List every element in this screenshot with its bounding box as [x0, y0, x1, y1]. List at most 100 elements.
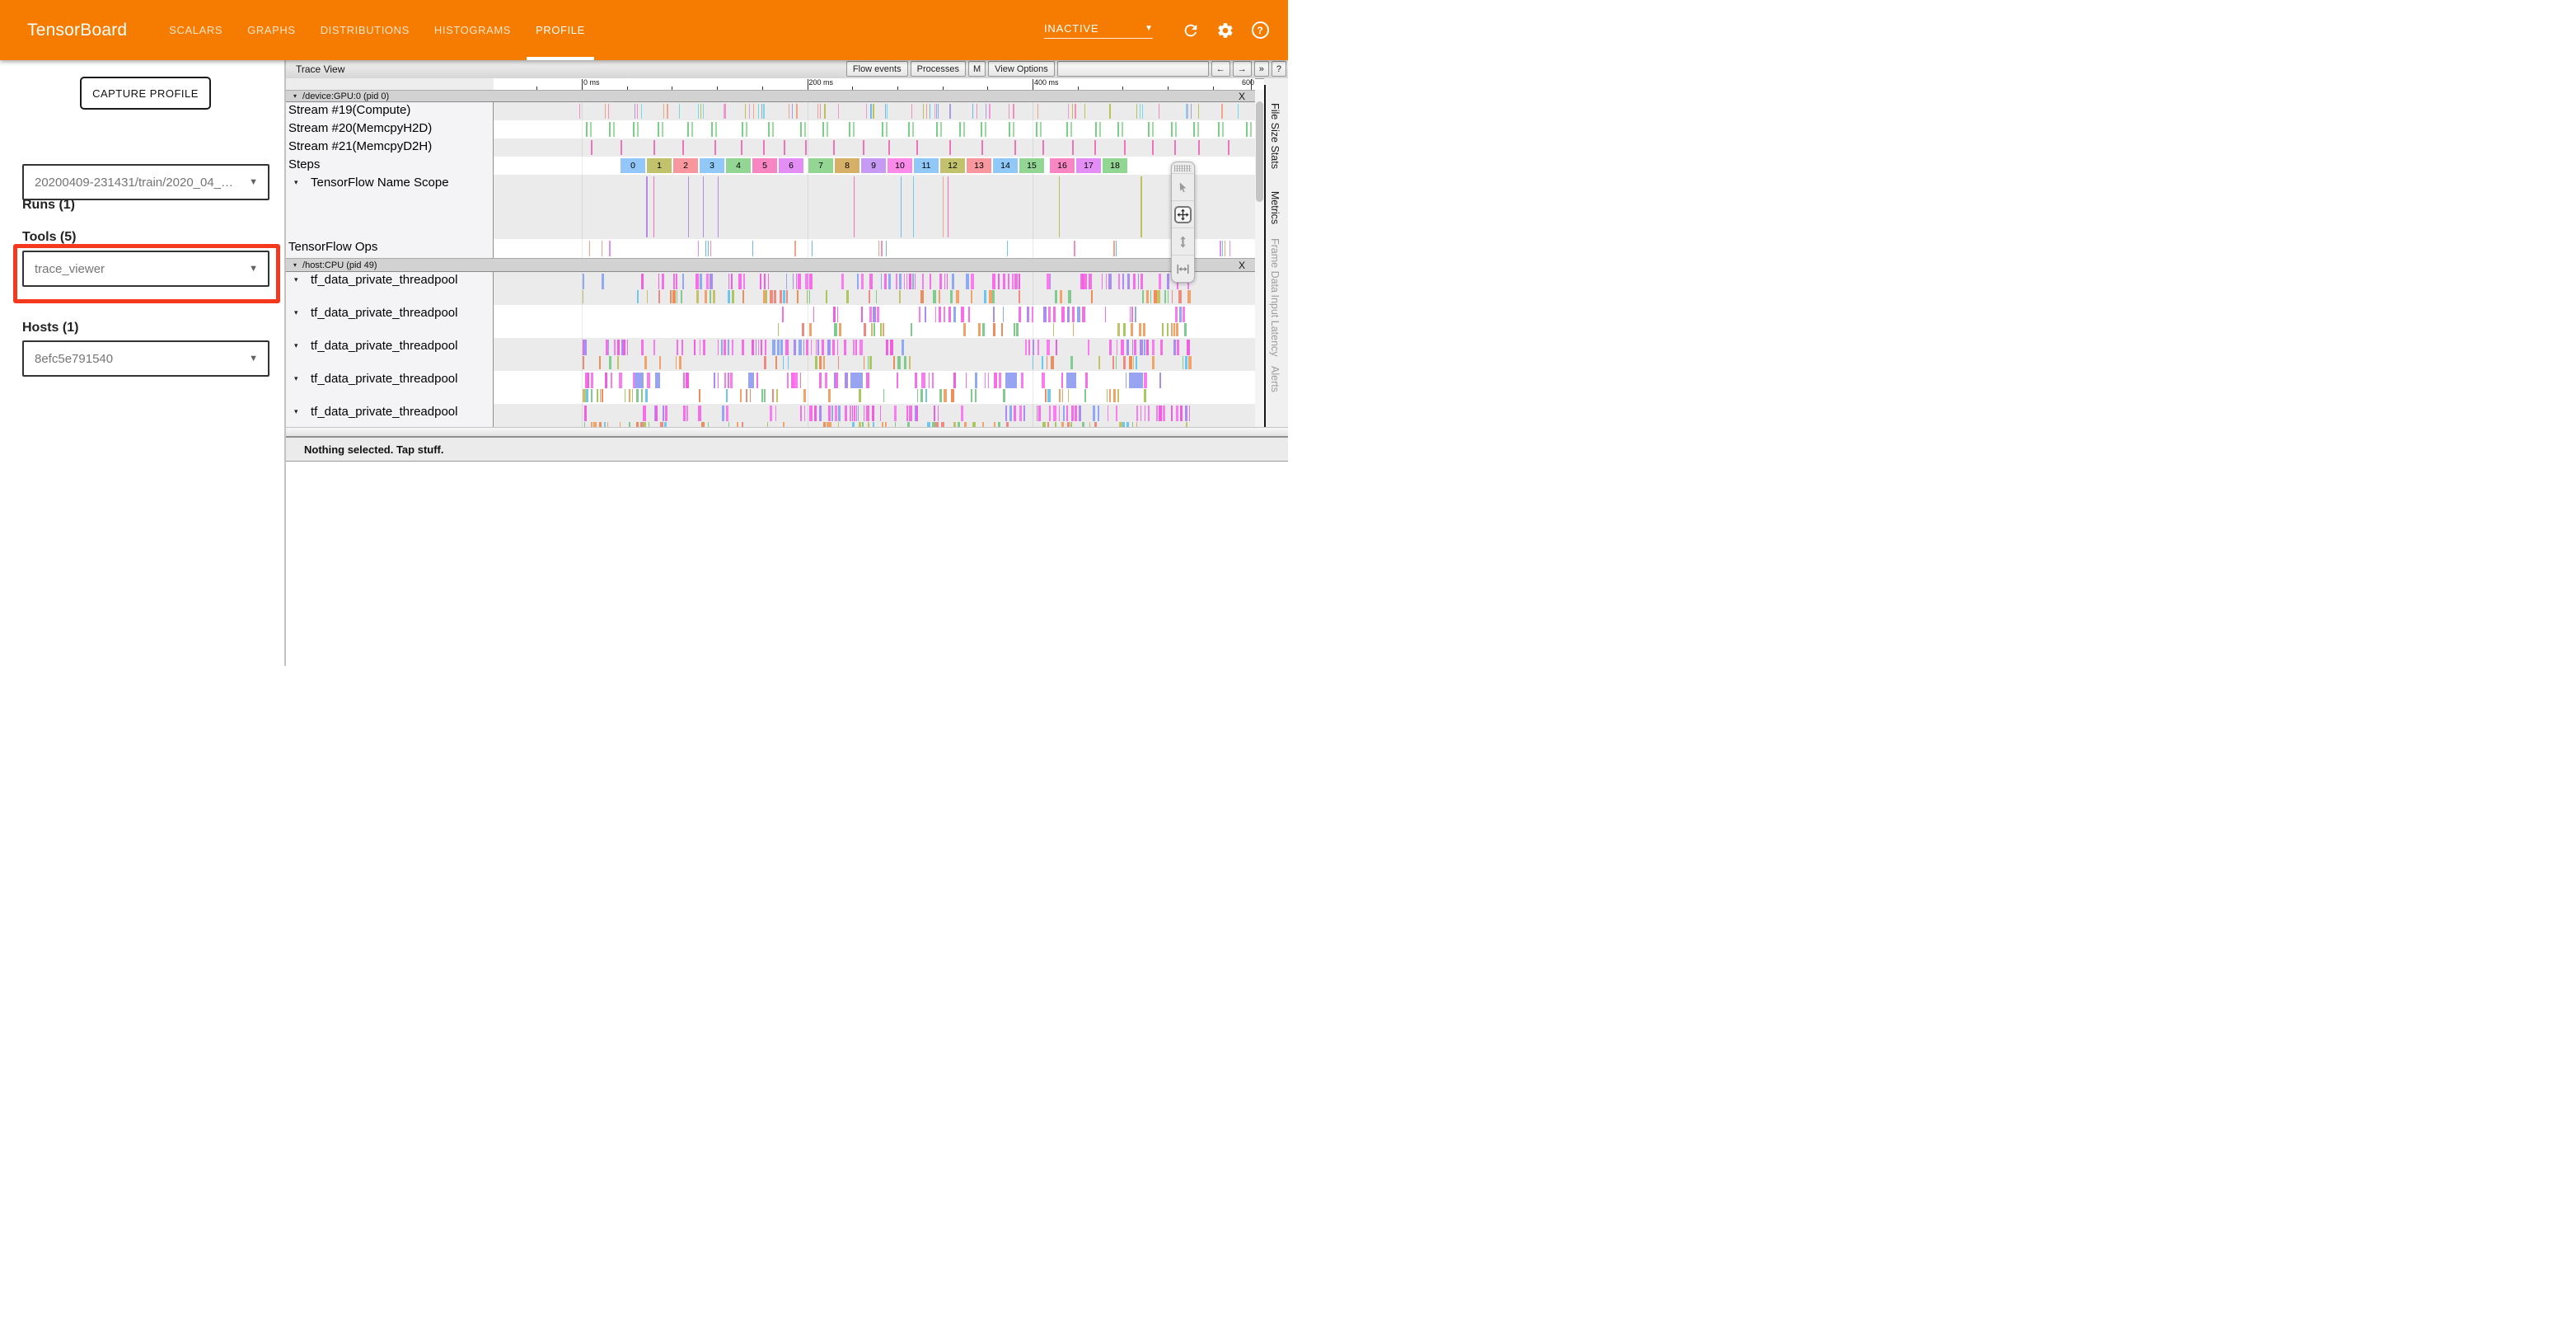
collapse-caret-icon[interactable]: ▾	[294, 341, 298, 350]
refresh-button[interactable]	[1181, 21, 1201, 40]
step-chip-6[interactable]: 6	[779, 158, 803, 173]
step-chip-2[interactable]: 2	[673, 158, 698, 173]
step-chip-14[interactable]: 14	[993, 158, 1018, 173]
trace-event	[1116, 406, 1118, 421]
step-chip-7[interactable]: 7	[808, 158, 833, 173]
trace-event	[920, 290, 924, 303]
trace-event	[710, 274, 713, 289]
row-label[interactable]: ▾tf_data_private_threadpool	[286, 338, 494, 371]
step-chip-10[interactable]: 10	[888, 158, 912, 173]
back-button[interactable]: ←	[1211, 61, 1230, 77]
collapse-caret-icon[interactable]: ▾	[294, 275, 298, 284]
step-chip-8[interactable]: 8	[835, 158, 859, 173]
row-timeline[interactable]	[494, 338, 1255, 371]
step-chip-3[interactable]: 3	[700, 158, 724, 173]
step-chip-15[interactable]: 15	[1019, 158, 1044, 173]
settings-button[interactable]	[1215, 21, 1235, 40]
flow-events-button[interactable]: Flow events	[846, 61, 908, 77]
side-tab-metrics[interactable]: Metrics	[1269, 191, 1281, 224]
row-timeline[interactable]	[494, 404, 1255, 427]
section-header[interactable]: ▾/device:GPU:0 (pid 0)X	[286, 90, 1255, 102]
row-timeline[interactable]	[494, 371, 1255, 404]
collapse-caret-icon[interactable]: ▾	[293, 261, 297, 269]
trace-help-button[interactable]: ?	[1272, 61, 1286, 77]
tab-profile[interactable]: PROFILE	[523, 0, 597, 60]
side-tab-file-size-stats[interactable]: File Size Stats	[1269, 103, 1281, 169]
tools-select[interactable]: trace_viewer ▼	[22, 251, 269, 287]
row-label[interactable]: TensorFlow Ops	[286, 239, 494, 258]
step-chip-0[interactable]: 0	[621, 158, 645, 173]
row-timeline[interactable]	[494, 120, 1255, 138]
step-chip-9[interactable]: 9	[861, 158, 886, 173]
drag-handle-icon[interactable]	[1174, 165, 1192, 171]
tab-scalars[interactable]: SCALARS	[157, 0, 235, 60]
row-label[interactable]: Stream #19(Compute)	[286, 102, 494, 120]
step-chip-5[interactable]: 5	[752, 158, 777, 173]
step-chip-18[interactable]: 18	[1103, 158, 1127, 173]
collapse-caret-icon[interactable]: ▾	[294, 308, 298, 317]
step-chip-16[interactable]: 16	[1050, 158, 1075, 173]
trace-event	[827, 122, 828, 137]
collapse-caret-icon[interactable]: ▾	[294, 374, 298, 383]
trace-event	[993, 307, 995, 322]
tab-graphs[interactable]: GRAPHS	[235, 0, 308, 60]
trace-event	[804, 406, 805, 421]
step-chip-4[interactable]: 4	[726, 158, 751, 173]
row-timeline[interactable]	[494, 305, 1255, 338]
collapse-caret-icon[interactable]: ▾	[293, 92, 297, 100]
trace-event	[1159, 274, 1161, 289]
trace-event	[953, 307, 956, 322]
section-header[interactable]: ▾/host:CPU (pid 49)X	[286, 258, 1255, 272]
trace-event	[676, 356, 677, 369]
tab-histograms[interactable]: HISTOGRAMS	[422, 0, 523, 60]
row-timeline[interactable]	[494, 175, 1255, 239]
trace-event	[998, 274, 1000, 289]
step-chip-13[interactable]: 13	[967, 158, 991, 173]
expand-button[interactable]: »	[1254, 61, 1269, 77]
row-label[interactable]: ▾TensorFlow Name Scope	[286, 175, 494, 239]
trace-event	[602, 274, 605, 289]
collapse-caret-icon[interactable]: ▾	[294, 178, 298, 187]
timing-selection-tool-button[interactable]	[1172, 255, 1194, 282]
tab-distributions[interactable]: DISTRIBUTIONS	[308, 0, 422, 60]
step-chip-11[interactable]: 11	[914, 158, 939, 173]
scrollbar-thumb[interactable]	[1256, 101, 1263, 202]
vertical-scrollbar[interactable]	[1255, 90, 1264, 427]
capture-profile-button[interactable]: CAPTURE PROFILE	[80, 77, 211, 110]
status-dropdown[interactable]: INACTIVE ▼	[1044, 22, 1153, 39]
row-timeline[interactable]	[494, 138, 1255, 157]
close-section-button[interactable]: X	[1239, 91, 1245, 102]
runs-select[interactable]: 20200409-231431/train/2020_04_… ▼	[22, 164, 269, 200]
help-button[interactable]: ?	[1250, 21, 1270, 40]
row-timeline[interactable]	[494, 239, 1255, 258]
panel-splitter[interactable]	[286, 427, 1288, 438]
pan-tool-button[interactable]	[1172, 200, 1194, 227]
row-label[interactable]: Stream #20(MemcpyH2D)	[286, 120, 494, 138]
trace-event	[1238, 104, 1239, 119]
metadata-button[interactable]: M	[968, 61, 986, 77]
row-timeline[interactable]	[494, 102, 1255, 120]
trace-event	[833, 140, 835, 155]
collapse-caret-icon[interactable]: ▾	[294, 407, 298, 416]
row-label[interactable]: Steps	[286, 157, 494, 175]
row-label[interactable]: Stream #21(MemcpyD2H)	[286, 138, 494, 157]
forward-button[interactable]: →	[1233, 61, 1252, 77]
processes-button[interactable]: Processes	[911, 61, 966, 77]
hosts-select[interactable]: 8efc5e791540 ▼	[22, 340, 269, 377]
close-section-button[interactable]: X	[1239, 260, 1245, 271]
row-label[interactable]: ▾tf_data_private_threadpool	[286, 272, 494, 305]
trace-event	[1129, 373, 1143, 388]
vertical-zoom-tool-button[interactable]	[1172, 227, 1194, 255]
selection-tool-button[interactable]	[1172, 173, 1194, 200]
row-timeline[interactable]	[494, 272, 1255, 305]
trace-event	[1144, 389, 1147, 402]
view-options-button[interactable]: View Options	[988, 61, 1055, 77]
row-label[interactable]: ▾tf_data_private_threadpool	[286, 305, 494, 338]
trace-event	[806, 340, 809, 355]
row-label[interactable]: ▾tf_data_private_threadpool	[286, 371, 494, 404]
step-chip-17[interactable]: 17	[1076, 158, 1101, 173]
row-timeline[interactable]: 0123456789101112131415161718	[494, 157, 1255, 175]
step-chip-12[interactable]: 12	[940, 158, 965, 173]
row-label[interactable]: ▾tf_data_private_threadpool	[286, 404, 494, 427]
step-chip-1[interactable]: 1	[647, 158, 672, 173]
